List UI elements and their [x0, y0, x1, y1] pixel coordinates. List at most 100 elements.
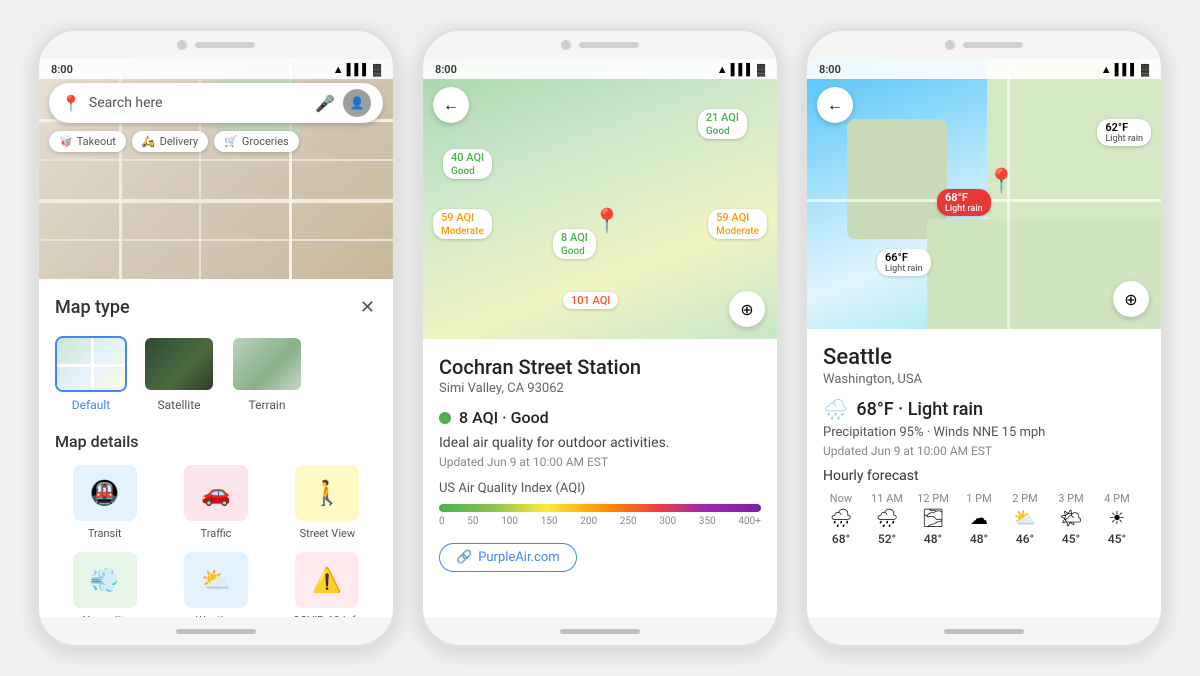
- aqi-badge-1: 21 AQI Good: [698, 109, 747, 139]
- hour-11am-label: 11 AM: [871, 492, 903, 505]
- detail-weather[interactable]: ⛅ Weather: [166, 552, 265, 617]
- map-search-bar[interactable]: 📍 Search here 🎤 👤: [49, 83, 383, 123]
- detail-covid[interactable]: ⚠️ COVID-19 Info: [278, 552, 377, 617]
- hour-1pm-temp: 48°: [970, 532, 988, 546]
- aqi-row: 8 AQI · Good: [439, 408, 761, 427]
- satellite-label: Satellite: [158, 398, 201, 412]
- phone-3-speaker: [963, 42, 1023, 48]
- default-thumbnail: [55, 336, 127, 392]
- hour-2pm-label: 2 PM: [1012, 492, 1037, 505]
- transit-icon: 🚇: [90, 479, 120, 507]
- station-name: Cochran Street Station: [439, 355, 761, 379]
- delivery-icon: 🛵: [142, 135, 156, 148]
- aqi-badge-2-label: 40 AQI: [451, 151, 484, 164]
- traffic-icon: 🚗: [201, 479, 231, 507]
- transit-label: Transit: [88, 527, 122, 540]
- station-address: Simi Valley, CA 93062: [439, 381, 761, 396]
- map-road: [39, 239, 393, 241]
- map-road: [39, 199, 393, 203]
- takeout-label: Takeout: [77, 135, 116, 148]
- aqi-label-350: 350: [699, 516, 716, 527]
- aqi-badge-3: 59 AQI Moderate: [433, 209, 492, 239]
- phone-3-map-background: 62°F Light rain 68°F Light rain 66°F Lig…: [807, 59, 1161, 329]
- search-bar-label: Search here: [89, 95, 307, 111]
- delivery-pill[interactable]: 🛵 Delivery: [132, 131, 208, 152]
- status-time-3: 8:00: [819, 63, 841, 76]
- aqi-badge-4-label: 59 AQI: [716, 211, 749, 224]
- phone-1-camera: [177, 40, 187, 50]
- phone-3-bottom-bar: [807, 617, 1161, 645]
- phone-3-home-bar: [944, 629, 1024, 634]
- wifi-icon-1: ▲: [333, 63, 344, 76]
- map-type-default[interactable]: Default: [55, 336, 127, 412]
- hourly-forecast: Now 🌧 68° 11 AM 🌧 52° 12 PM 🌫 48°: [823, 492, 1145, 546]
- weather-details: Precipitation 95% · Winds NNE 15 mph: [823, 425, 1145, 440]
- close-button[interactable]: ✕: [358, 295, 377, 320]
- phone-3-top-bar: [807, 31, 1161, 59]
- aqi-gradient-bar: [439, 504, 761, 512]
- map-pin: 📍: [592, 207, 622, 235]
- covid-icon: ⚠️: [312, 566, 342, 594]
- rain-icon: 🌧: [823, 397, 848, 421]
- map-type-satellite[interactable]: Satellite: [143, 336, 215, 412]
- hour-11am: 11 AM 🌧 52°: [869, 492, 905, 546]
- hour-12pm-icon: 🌫: [922, 508, 945, 529]
- detail-traffic[interactable]: 🚗 Traffic: [166, 465, 265, 540]
- detail-streetview[interactable]: 🚶 Street View: [278, 465, 377, 540]
- detail-airquality[interactable]: 💨 Air quality: [55, 552, 154, 617]
- map-type-header: Map type ✕: [55, 295, 377, 320]
- takeout-pill[interactable]: 🥡 Takeout: [49, 131, 126, 152]
- hour-2pm-temp: 46°: [1016, 532, 1034, 546]
- aqi-description: Ideal air quality for outdoor activities…: [439, 435, 761, 451]
- aqi-label-400: 400+: [738, 516, 761, 527]
- user-avatar[interactable]: 👤: [343, 89, 371, 117]
- detail-transit[interactable]: 🚇 Transit: [55, 465, 154, 540]
- status-time-1: 8:00: [51, 63, 73, 76]
- aqi-badge-2-sublabel: Good: [451, 166, 475, 177]
- compass-3[interactable]: ⊕: [1113, 281, 1149, 317]
- groceries-icon: 🛒: [224, 135, 238, 148]
- wifi-icon-3: ▲: [1101, 63, 1112, 76]
- groceries-pill[interactable]: 🛒 Groceries: [214, 131, 299, 152]
- aqi-badge-6-label: 101 AQI: [571, 294, 610, 307]
- map-pin-seattle: 📍: [987, 167, 1017, 195]
- aqi-badge-4: 59 AQI Moderate: [708, 209, 767, 239]
- aqi-badge-1-sublabel: Good: [706, 126, 730, 137]
- aqi-bar-labels: 0 50 100 150 200 250 300 350 400+: [439, 516, 761, 527]
- weather-updated: Updated Jun 9 at 10:00 AM EST: [823, 444, 1145, 458]
- temp-badge-2: 68°F Light rain: [937, 189, 991, 216]
- hour-1pm-label: 1 PM: [966, 492, 991, 505]
- purpleair-link[interactable]: 🔗 PurpleAir.com: [439, 543, 577, 572]
- phone-1-bottom-bar: [39, 617, 393, 645]
- aqi-updated: Updated Jun 9 at 10:00 AM EST: [439, 455, 761, 469]
- aqi-bar-container: 0 50 100 150 200 250 300 350 400+: [439, 504, 761, 527]
- map-type-title: Map type: [55, 297, 130, 318]
- hour-4pm: 4 PM ☀ 45°: [1099, 492, 1135, 546]
- signal-icon-1: ▌▌▌: [347, 63, 370, 76]
- map-type-terrain[interactable]: Terrain: [231, 336, 303, 412]
- city-location: Washington, USA: [823, 372, 1145, 387]
- phone-2-status-bar: 8:00 ▲ ▌▌▌ ▓: [423, 59, 777, 79]
- takeout-icon: 🥡: [59, 135, 73, 148]
- back-button-3[interactable]: ←: [817, 87, 853, 123]
- city-name: Seattle: [823, 345, 1145, 370]
- signal-icon-2: ▌▌▌: [731, 63, 754, 76]
- hour-now: Now 🌧 68°: [823, 492, 859, 546]
- phone-2-speaker: [579, 42, 639, 48]
- phone-1-map: 8:00 ▲ ▌▌▌ ▓ 📍 Search here 🎤 👤: [39, 59, 393, 279]
- transit-icon-bg: 🚇: [73, 465, 137, 521]
- back-button-2[interactable]: ←: [433, 87, 469, 123]
- hour-12pm-label: 12 PM: [917, 492, 949, 505]
- mic-icon[interactable]: 🎤: [315, 94, 335, 113]
- battery-icon-2: ▓: [757, 63, 765, 76]
- signal-icon-3: ▌▌▌: [1115, 63, 1138, 76]
- hour-11am-temp: 52°: [878, 532, 896, 546]
- covid-label: COVID-19 Info: [293, 614, 362, 617]
- hour-11am-icon: 🌧: [876, 508, 899, 529]
- hour-3pm: 3 PM 🌤 45°: [1053, 492, 1089, 546]
- phone-1-screen: 8:00 ▲ ▌▌▌ ▓ 📍 Search here 🎤 👤: [39, 59, 393, 617]
- aqi-label-300: 300: [659, 516, 676, 527]
- streetview-icon-bg: 🚶: [295, 465, 359, 521]
- weather-temp: 68°F · Light rain: [856, 399, 983, 420]
- compass-2[interactable]: ⊕: [729, 291, 765, 327]
